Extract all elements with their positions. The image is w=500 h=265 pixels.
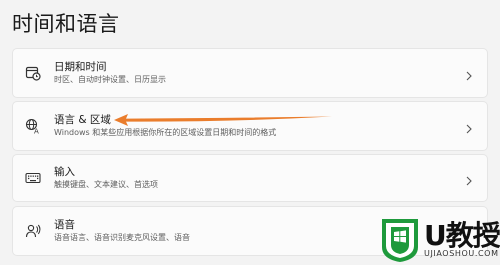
page-title: 时间和语言 bbox=[12, 12, 120, 36]
settings-item-title: 语音 bbox=[54, 219, 75, 231]
annotation-arrow bbox=[114, 114, 332, 126]
chevron-right-icon bbox=[463, 67, 475, 81]
watermark-site: UJIAOSHOU.COM bbox=[424, 249, 499, 258]
settings-item-subtitle: 时区、自动时钟设置、日历显示 bbox=[54, 75, 166, 84]
settings-item-title: 日期和时间 bbox=[54, 61, 107, 73]
globe-language-icon: A bbox=[25, 118, 41, 136]
settings-item-subtitle: 触摸键盘、文本建议、首选项 bbox=[54, 180, 158, 189]
settings-item-subtitle: Windows 和某些应用根据你所在的区域设置日期和时间的格式 bbox=[54, 128, 277, 137]
svg-text:A: A bbox=[34, 128, 39, 135]
settings-item-subtitle: 语音语言、语音识别麦克风设置、语音 bbox=[54, 233, 190, 242]
settings-item-title: 输入 bbox=[54, 166, 75, 178]
chevron-right-icon bbox=[463, 172, 475, 186]
settings-item-input[interactable]: 输入 触摸键盘、文本建议、首选项 bbox=[12, 154, 488, 202]
calendar-clock-icon bbox=[25, 65, 41, 81]
watermark-word: U教授 bbox=[424, 219, 500, 252]
watermark-logo: U教授 UJIAOSHOU.COM bbox=[378, 212, 500, 265]
chevron-right-icon bbox=[463, 120, 475, 134]
settings-item-date-time[interactable]: 日期和时间 时区、自动时钟设置、日历显示 bbox=[12, 48, 488, 98]
keyboard-icon bbox=[25, 170, 41, 186]
microphone-person-icon bbox=[25, 223, 41, 239]
